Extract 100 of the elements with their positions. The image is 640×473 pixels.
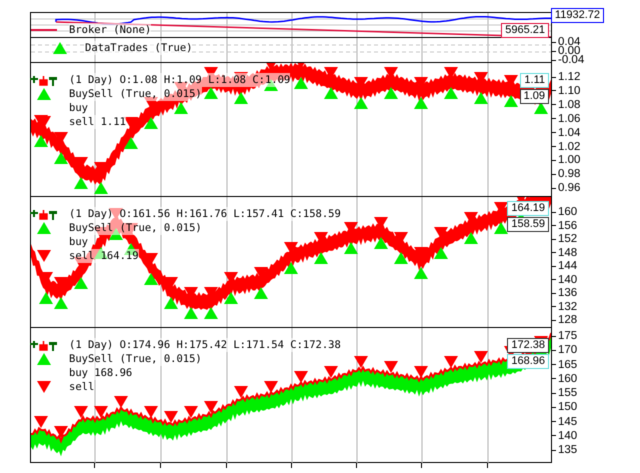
value-tag: 158.59	[507, 217, 549, 232]
value-tag: 1.09	[520, 89, 549, 104]
line-marker-icon	[31, 28, 57, 32]
buy-marker	[434, 247, 448, 259]
axis-tick-label: 145	[558, 416, 578, 428]
axis-tick-label: 160	[558, 372, 578, 385]
axis-tick-label: 0.98	[558, 168, 580, 180]
buy-marker	[94, 182, 108, 194]
buy-marker	[444, 87, 458, 99]
buy-marker	[354, 97, 368, 109]
candlestick-icon	[30, 74, 58, 86]
legend-text: DataTrades (True)	[85, 41, 192, 55]
sell-marker	[344, 222, 358, 234]
sell-marker	[444, 356, 458, 368]
legend-text: (1 Day) O:161.56 H:161.76 L:157.41 C:158.59	[69, 207, 341, 221]
sell-marker	[164, 411, 178, 423]
value-tag: 172.38	[507, 338, 549, 353]
up-triangle-icon	[37, 222, 51, 234]
axis-tick-label: 0.96	[558, 182, 580, 194]
buy-marker	[344, 242, 358, 254]
sell-marker	[494, 202, 508, 214]
axis-tick-label: 1.08	[558, 98, 580, 111]
axis-tick-label: 132	[558, 300, 578, 312]
sell-marker	[264, 381, 278, 393]
axis-tick-label: 170	[558, 344, 578, 356]
axis-tick-label: 1.06	[558, 112, 580, 125]
sell-marker	[294, 371, 308, 383]
legend-text: sell 164.19	[69, 249, 139, 263]
axis-tick-label: 136	[558, 287, 578, 299]
buy-marker	[224, 292, 238, 304]
candlestick-icon	[30, 208, 58, 220]
buy-marker	[284, 262, 298, 274]
sell-marker	[144, 406, 158, 418]
buy-marker	[394, 252, 408, 264]
axis-tick-label: 1.10	[558, 84, 580, 97]
down-triangle-icon	[37, 250, 51, 262]
axis-tick-label: 144	[558, 260, 578, 272]
legend-text: BuySell (True, 0.015)	[69, 87, 202, 101]
sell-marker	[184, 406, 198, 418]
buy-marker	[254, 287, 268, 299]
sell-marker	[204, 287, 218, 299]
value-tag: 11932.72	[550, 8, 604, 23]
sell-marker	[54, 426, 68, 438]
sell-marker	[264, 63, 278, 71]
buy-marker	[294, 77, 308, 89]
value-tag: 1.11	[520, 73, 549, 88]
buy-marker	[324, 87, 338, 99]
sell-marker	[54, 132, 68, 144]
legend-text: buy 168.96	[69, 366, 132, 380]
sell-marker	[414, 366, 428, 378]
buy-marker	[504, 95, 518, 107]
legend-text: buy	[69, 101, 88, 115]
sell-marker	[444, 67, 458, 79]
legend-text: buy	[69, 235, 88, 249]
buy-marker	[74, 177, 88, 189]
buy-marker	[494, 222, 508, 234]
buy-marker	[314, 252, 328, 264]
buy-marker	[474, 92, 488, 104]
sell-marker	[34, 416, 48, 428]
sell-marker	[74, 157, 88, 169]
sell-marker	[164, 277, 178, 289]
buy-marker	[164, 297, 178, 309]
sell-marker	[124, 117, 138, 129]
axis-tick-label: 1.04	[558, 126, 580, 139]
buy-marker	[144, 273, 158, 285]
buy-marker	[204, 307, 218, 319]
sell-marker	[354, 77, 368, 89]
legend-text: sell 1.11	[69, 115, 126, 129]
axis-tick-label: 148	[558, 246, 578, 258]
axis-tick-label: 165	[558, 358, 578, 370]
axis-tick-label: 135	[558, 444, 578, 456]
legend-text: BuySell (True, 0.015)	[69, 221, 202, 235]
axis-tick-label: 175	[558, 330, 578, 342]
axis-tick-label: 160	[558, 206, 578, 218]
sell-marker	[204, 401, 218, 413]
axis-tick-label: -0.04	[558, 54, 584, 66]
up-triangle-icon	[53, 42, 67, 54]
sell-marker	[144, 253, 158, 265]
axis-tick-label: 140	[558, 274, 578, 286]
sell-marker	[74, 406, 88, 418]
legend-text: (1 Day) O:1.08 H:1.09 L:1.08 C:1.09	[69, 73, 290, 87]
buy-marker	[34, 135, 48, 147]
sell-marker	[144, 97, 158, 109]
axis-tick-label: 128	[558, 314, 578, 326]
buy-marker	[39, 292, 53, 304]
buy-marker	[374, 237, 388, 249]
value-tag: 5965.21	[501, 23, 549, 38]
sell-marker	[254, 267, 268, 279]
buy-marker	[234, 92, 248, 104]
value-tag: 164.19	[507, 201, 549, 216]
axis-tick-label: 152	[558, 233, 578, 245]
axis-tick-label: 155	[558, 387, 578, 399]
buy-marker	[54, 297, 68, 309]
buy-marker	[414, 267, 428, 279]
sell-marker	[474, 351, 488, 363]
buy-marker	[414, 97, 428, 109]
sell-marker	[324, 366, 338, 378]
up-triangle-icon	[37, 88, 51, 100]
legend-text: BuySell (True, 0.015)	[69, 352, 202, 366]
axis-tick-label: 1.00	[558, 154, 580, 166]
